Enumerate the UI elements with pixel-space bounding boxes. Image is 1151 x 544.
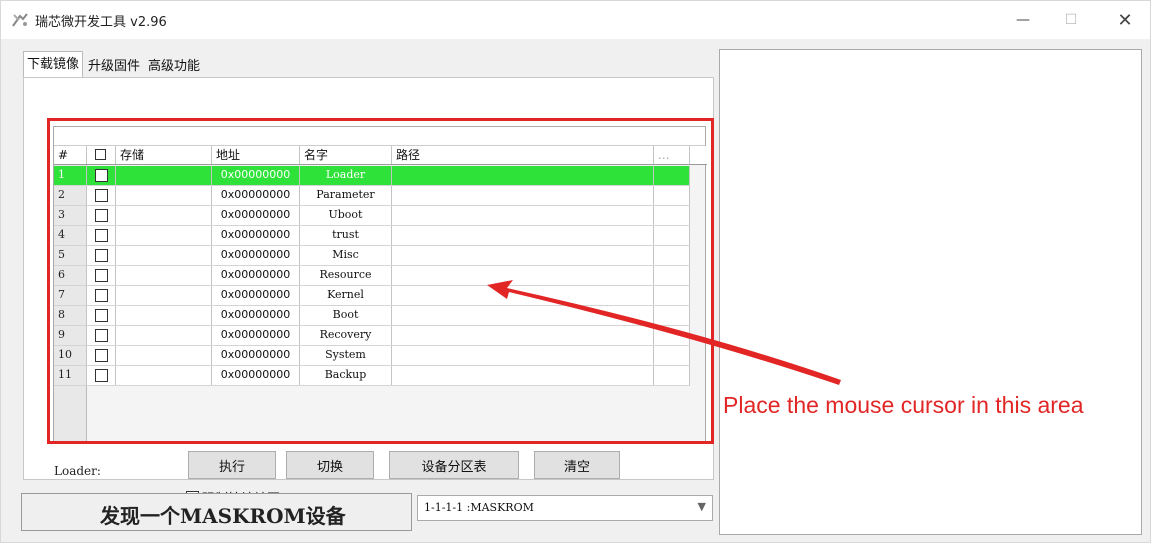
app-window: 瑞芯微开发工具 v2.96 — ☐ ✕ 下载镜像 升级固件 高级功能 # 存储 …: [0, 0, 1151, 543]
tab-bar: 下载镜像 升级固件 高级功能: [23, 51, 205, 77]
download-image-page: # 存储 地址 名字 路径 ... 1 0x00000000 Loader 2 0x00…: [23, 77, 714, 507]
tab-upgrade-firmware[interactable]: 升级固件: [85, 53, 143, 77]
title-bar[interactable]: 瑞芯微开发工具 v2.96 — ☐ ✕: [1, 1, 1150, 39]
chevron-down-icon: ▼: [697, 500, 706, 513]
clear-button[interactable]: 清空: [534, 451, 620, 479]
tab-download-image[interactable]: 下载镜像: [23, 51, 84, 77]
tab-advanced-functions[interactable]: 高级功能: [145, 53, 203, 77]
app-icon: [12, 13, 28, 27]
highlight-box: [47, 118, 714, 444]
window-title: 瑞芯微开发工具 v2.96: [35, 15, 167, 30]
partition-table-button[interactable]: 设备分区表: [389, 451, 519, 479]
status-text: 发现一个MASKROM设备: [100, 504, 346, 528]
close-button[interactable]: ✕: [1101, 1, 1149, 39]
status-panel: 发现一个MASKROM设备: [21, 493, 412, 531]
annotation-text: Place the mouse cursor in this area: [723, 392, 1084, 418]
log-panel[interactable]: [719, 49, 1142, 535]
device-select-value: 1-1-1-1 :MASKROM: [424, 501, 534, 514]
maximize-button[interactable]: ☐: [1047, 1, 1095, 39]
loader-label: Loader:: [54, 464, 101, 478]
device-select[interactable]: 1-1-1-1 :MASKROM ▼: [417, 495, 713, 521]
switch-button[interactable]: 切换: [286, 451, 374, 479]
execute-button[interactable]: 执行: [188, 451, 276, 479]
minimize-button[interactable]: —: [999, 1, 1047, 39]
left-panel: 下载镜像 升级固件 高级功能 # 存储 地址 名字 路径 ... 1 0x000…: [15, 43, 716, 507]
